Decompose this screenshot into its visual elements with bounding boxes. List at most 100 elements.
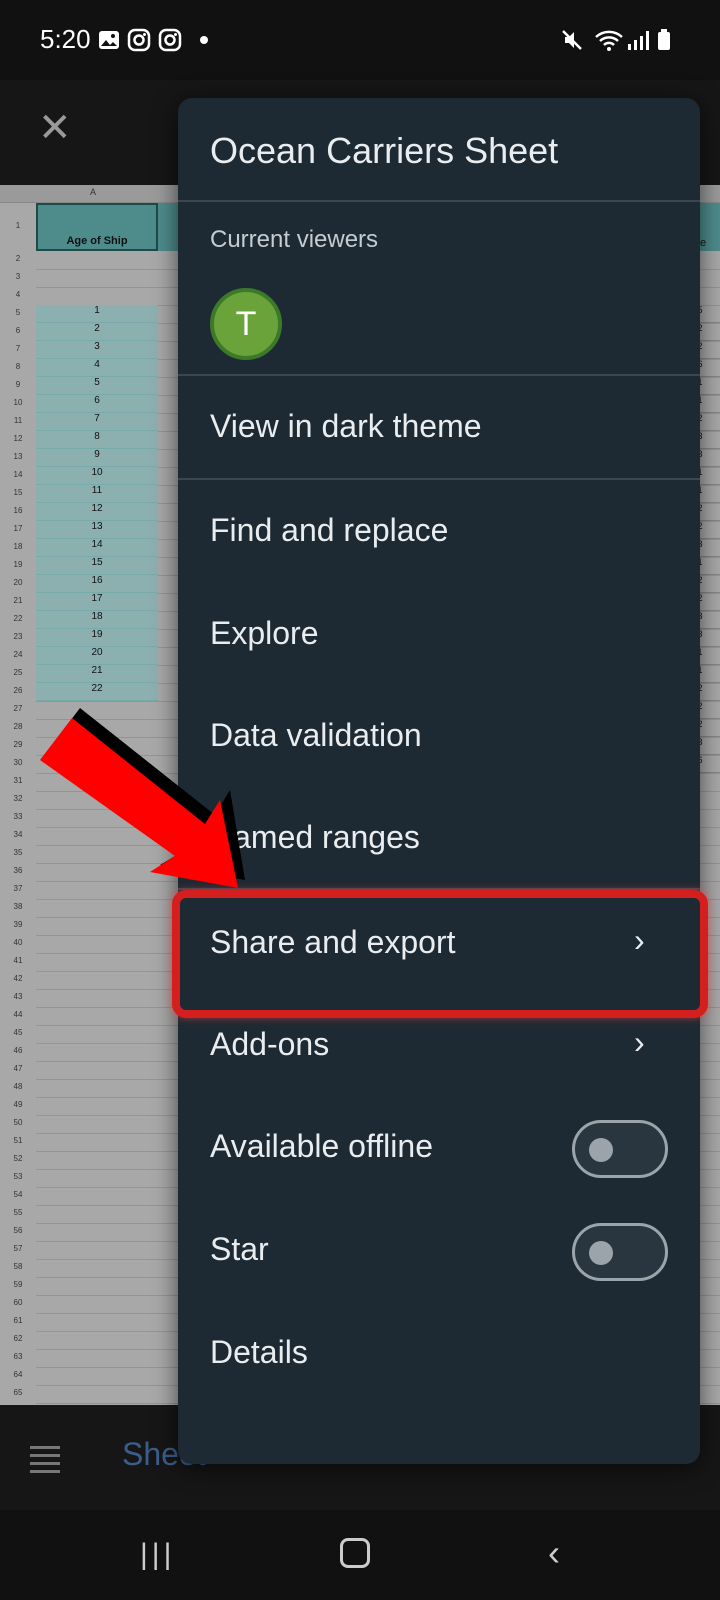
row-number[interactable]: 30 (0, 758, 36, 767)
age-cell[interactable]: 6 (36, 395, 158, 413)
menu-item-view-dark-theme[interactable]: View in dark theme (178, 378, 700, 478)
age-cell[interactable]: 11 (36, 485, 158, 503)
back-icon[interactable]: ‹ (548, 1532, 560, 1574)
age-cell[interactable]: 13 (36, 521, 158, 539)
row-number[interactable]: 17 (0, 524, 36, 533)
row-number[interactable]: 3 (0, 272, 36, 281)
row-number[interactable]: 51 (0, 1136, 36, 1145)
row-number[interactable]: 65 (0, 1388, 36, 1397)
row-number[interactable]: 12 (0, 434, 36, 443)
age-cell[interactable]: 21 (36, 665, 158, 683)
row-number[interactable]: 16 (0, 506, 36, 515)
age-cell[interactable]: 7 (36, 413, 158, 431)
recent-apps-icon[interactable]: ||| (140, 1538, 175, 1572)
row-number[interactable]: 29 (0, 740, 36, 749)
row-number[interactable]: 22 (0, 614, 36, 623)
row-number[interactable]: 38 (0, 902, 36, 911)
menu-item-details[interactable]: Details (178, 1304, 700, 1404)
menu-item-star[interactable]: Star (178, 1201, 700, 1301)
age-cell[interactable]: 10 (36, 467, 158, 485)
age-cell[interactable]: 8 (36, 431, 158, 449)
row-number[interactable]: 52 (0, 1154, 36, 1163)
menu-item-available-offline[interactable]: Available offline (178, 1098, 700, 1198)
age-cell[interactable]: 2 (36, 323, 158, 341)
row-number[interactable]: 19 (0, 560, 36, 569)
row-number[interactable]: 35 (0, 848, 36, 857)
age-cell[interactable]: 5 (36, 377, 158, 395)
age-cell[interactable]: 18 (36, 611, 158, 629)
row-number[interactable]: 25 (0, 668, 36, 677)
row-number[interactable]: 10 (0, 398, 36, 407)
age-cell[interactable]: 19 (36, 629, 158, 647)
row-number[interactable]: 31 (0, 776, 36, 785)
row-number[interactable]: 33 (0, 812, 36, 821)
row-number[interactable]: 44 (0, 1010, 36, 1019)
row-number[interactable]: 50 (0, 1118, 36, 1127)
row-number[interactable]: 47 (0, 1064, 36, 1073)
menu-item-find-replace[interactable]: Find and replace (178, 482, 700, 582)
row-number[interactable]: 1 (0, 221, 36, 230)
avatar[interactable]: T (210, 288, 282, 360)
row-number[interactable]: 53 (0, 1172, 36, 1181)
all-sheets-icon[interactable] (30, 1446, 60, 1473)
row-number[interactable]: 4 (0, 290, 36, 299)
age-cell[interactable]: 1 (36, 305, 158, 323)
row-number[interactable]: 41 (0, 956, 36, 965)
header-cell-age-of-ship[interactable]: Age of Ship (36, 203, 158, 251)
row-number[interactable]: 32 (0, 794, 36, 803)
row-number[interactable]: 42 (0, 974, 36, 983)
age-cell[interactable]: 17 (36, 593, 158, 611)
age-cell[interactable]: 12 (36, 503, 158, 521)
row-number[interactable]: 39 (0, 920, 36, 929)
age-cell[interactable]: 4 (36, 359, 158, 377)
offline-toggle[interactable] (572, 1120, 668, 1178)
row-number[interactable]: 46 (0, 1046, 36, 1055)
row-number[interactable]: 56 (0, 1226, 36, 1235)
row-number[interactable]: 54 (0, 1190, 36, 1199)
age-cell[interactable]: 14 (36, 539, 158, 557)
row-number[interactable]: 61 (0, 1316, 36, 1325)
age-cell[interactable]: 20 (36, 647, 158, 665)
menu-item-explore[interactable]: Explore (178, 585, 700, 685)
row-number[interactable]: 7 (0, 344, 36, 353)
row-number[interactable]: 37 (0, 884, 36, 893)
row-number[interactable]: 57 (0, 1244, 36, 1253)
age-cell[interactable]: 22 (36, 683, 158, 701)
row-number[interactable]: 28 (0, 722, 36, 731)
row-number[interactable]: 21 (0, 596, 36, 605)
star-toggle[interactable] (572, 1223, 668, 1281)
row-number[interactable]: 20 (0, 578, 36, 587)
age-cell[interactable]: 16 (36, 575, 158, 593)
row-number[interactable]: 45 (0, 1028, 36, 1037)
row-number[interactable]: 34 (0, 830, 36, 839)
row-number[interactable]: 40 (0, 938, 36, 947)
row-number[interactable]: 18 (0, 542, 36, 551)
home-icon[interactable] (340, 1538, 370, 1568)
header-cell-b[interactable] (158, 203, 178, 251)
row-number[interactable]: 36 (0, 866, 36, 875)
row-number[interactable]: 6 (0, 326, 36, 335)
row-number[interactable]: 48 (0, 1082, 36, 1091)
row-number[interactable]: 49 (0, 1100, 36, 1109)
row-number[interactable]: 43 (0, 992, 36, 1001)
row-number[interactable]: 62 (0, 1334, 36, 1343)
row-number[interactable]: 59 (0, 1280, 36, 1289)
row-number[interactable]: 27 (0, 704, 36, 713)
row-number[interactable]: 55 (0, 1208, 36, 1217)
row-number[interactable]: 58 (0, 1262, 36, 1271)
row-number[interactable]: 13 (0, 452, 36, 461)
age-cell[interactable]: 15 (36, 557, 158, 575)
row-number[interactable]: 64 (0, 1370, 36, 1379)
row-number[interactable]: 2 (0, 254, 36, 263)
row-number[interactable]: 23 (0, 632, 36, 641)
row-number[interactable]: 24 (0, 650, 36, 659)
row-number[interactable]: 9 (0, 380, 36, 389)
row-number[interactable]: 5 (0, 308, 36, 317)
age-cell[interactable]: 3 (36, 341, 158, 359)
row-number[interactable]: 26 (0, 686, 36, 695)
row-number[interactable]: 63 (0, 1352, 36, 1361)
row-number[interactable]: 8 (0, 362, 36, 371)
row-number[interactable]: 11 (0, 416, 36, 425)
row-number[interactable]: 60 (0, 1298, 36, 1307)
row-number[interactable]: 15 (0, 488, 36, 497)
